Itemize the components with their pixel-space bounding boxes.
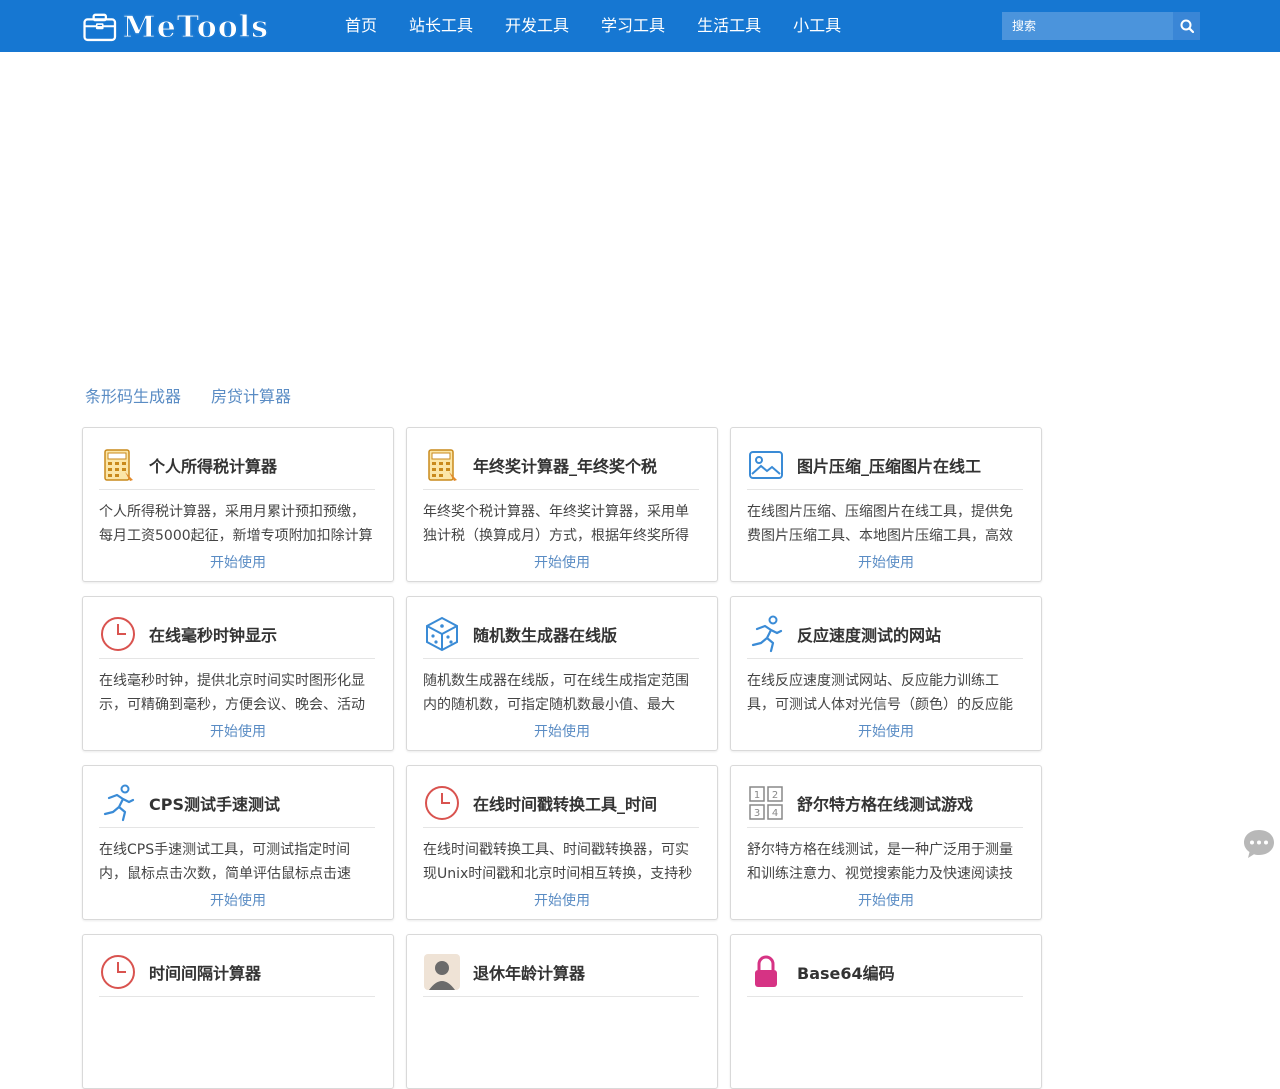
nav-webmaster-tools[interactable]: 站长工具 bbox=[409, 0, 473, 52]
card-title: 个人所得税计算器 bbox=[149, 456, 278, 476]
tool-card-schulte-grid[interactable]: 1 2 3 4 舒尔特方格在线测试游戏 舒尔特方格在线测试，是一种广泛用于测量和训练… bbox=[730, 765, 1042, 920]
card-header: 个人所得税计算器 bbox=[99, 440, 375, 490]
site-logo[interactable]: MeTools bbox=[83, 7, 269, 47]
tool-card-cps-test[interactable]: CPS测试手速测试 在线CPS手速测试工具，可测试指定时间内，鼠标点击次数，简单… bbox=[82, 765, 394, 920]
grid-numbers-icon: 1 2 3 4 bbox=[749, 785, 783, 820]
clock-icon bbox=[425, 785, 459, 820]
clock-icon bbox=[101, 616, 135, 651]
card-header: 1 2 3 4 舒尔特方格在线测试游戏 bbox=[747, 778, 1023, 828]
nav-dev-tools[interactable]: 开发工具 bbox=[505, 0, 569, 52]
card-description: 年终奖个税计算器、年终奖计算器，采用单独计税（换算成月）方式，根据年终奖所得 bbox=[423, 504, 689, 544]
tool-card-year-end-bonus[interactable]: 年终奖计算器_年终奖个税 年终奖个税计算器、年终奖计算器，采用单独计税（换算成月… bbox=[406, 427, 718, 582]
card-title: 舒尔特方格在线测试游戏 bbox=[797, 794, 974, 814]
start-use-link[interactable]: 开始使用 bbox=[83, 721, 393, 741]
tool-card-base64[interactable]: Base64编码 bbox=[730, 934, 1042, 1089]
tool-card-timestamp[interactable]: 在线时间戳转换工具_时间 在线时间戳转换工具、时间戳转换器，可实现Unix时间戳… bbox=[406, 765, 718, 920]
card-header: 在线时间戳转换工具_时间 bbox=[423, 778, 699, 828]
start-use-link[interactable]: 开始使用 bbox=[731, 890, 1041, 910]
card-description: 在线毫秒时钟，提供北京时间实时图形化显示，可精确到毫秒，方便会议、晚会、活动 bbox=[99, 673, 365, 713]
start-use-link[interactable]: 开始使用 bbox=[407, 721, 717, 741]
card-description: 在线反应速度测试网站、反应能力训练工具，可测试人体对光信号（颜色）的反应能 bbox=[747, 673, 1013, 713]
quick-link-barcode[interactable]: 条形码生成器 bbox=[85, 383, 181, 407]
tool-card-random-number[interactable]: 随机数生成器在线版 随机数生成器在线版，可在线生成指定范围内的随机数，可指定随机… bbox=[406, 596, 718, 751]
ad-placeholder bbox=[0, 52, 1280, 372]
search-input[interactable] bbox=[1002, 12, 1173, 40]
card-header: 反应速度测试的网站 bbox=[747, 609, 1023, 659]
card-title: 在线毫秒时钟显示 bbox=[149, 625, 278, 645]
quick-links: 条形码生成器 房贷计算器 bbox=[85, 383, 321, 407]
card-title: 随机数生成器在线版 bbox=[473, 625, 618, 645]
clock-icon bbox=[101, 954, 135, 989]
card-title: 在线时间戳转换工具_时间 bbox=[473, 794, 658, 814]
card-title: 退休年龄计算器 bbox=[473, 963, 586, 983]
card-header: 年终奖计算器_年终奖个税 bbox=[423, 440, 699, 490]
start-use-link[interactable]: 开始使用 bbox=[731, 552, 1041, 572]
search-icon bbox=[1180, 19, 1194, 33]
start-use-link[interactable]: 开始使用 bbox=[83, 890, 393, 910]
calculator-icon bbox=[104, 448, 133, 481]
nav-home[interactable]: 首页 bbox=[345, 0, 377, 52]
card-header: 退休年龄计算器 bbox=[423, 947, 699, 997]
quick-link-mortgage[interactable]: 房贷计算器 bbox=[211, 383, 291, 407]
logo-text: MeTools bbox=[122, 9, 269, 45]
card-header: 时间间隔计算器 bbox=[99, 947, 375, 997]
nav-small-tools[interactable]: 小工具 bbox=[793, 0, 841, 52]
tool-card-retirement-age[interactable]: 退休年龄计算器 bbox=[406, 934, 718, 1089]
card-header: CPS测试手速测试 bbox=[99, 778, 375, 828]
calculator-icon bbox=[428, 448, 457, 481]
card-header: 随机数生成器在线版 bbox=[423, 609, 699, 659]
svg-text:3: 3 bbox=[754, 808, 760, 819]
tool-card-income-tax[interactable]: 个人所得税计算器 个人所得税计算器，采用月累计预扣预缴，每月工资5000起征，新… bbox=[82, 427, 394, 582]
chat-float-button[interactable] bbox=[1242, 827, 1276, 861]
main-nav: 首页 站长工具 开发工具 学习工具 生活工具 小工具 bbox=[345, 0, 873, 52]
image-icon bbox=[749, 450, 783, 479]
card-title: 图片压缩_压缩图片在线工 bbox=[797, 456, 982, 476]
card-header: 在线毫秒时钟显示 bbox=[99, 609, 375, 659]
tool-card-image-compress[interactable]: 图片压缩_压缩图片在线工 在线图片压缩、压缩图片在线工具，提供免费图片压缩工具、… bbox=[730, 427, 1042, 582]
search-button[interactable] bbox=[1173, 12, 1200, 40]
runner-icon bbox=[751, 615, 783, 652]
nav-life-tools[interactable]: 生活工具 bbox=[697, 0, 761, 52]
card-title: 反应速度测试的网站 bbox=[797, 625, 942, 645]
card-header: Base64编码 bbox=[747, 947, 1023, 997]
runner-icon bbox=[103, 784, 135, 821]
dice-icon bbox=[426, 616, 458, 651]
card-header: 图片压缩_压缩图片在线工 bbox=[747, 440, 1023, 490]
start-use-link[interactable]: 开始使用 bbox=[731, 721, 1041, 741]
svg-text:2: 2 bbox=[772, 790, 778, 801]
card-description: 随机数生成器在线版，可在线生成指定范围内的随机数，可指定随机数最小值、最大 bbox=[423, 673, 689, 713]
card-description: 个人所得税计算器，采用月累计预扣预缴，每月工资5000起征，新增专项附加扣除计算 bbox=[99, 504, 373, 544]
card-description: 舒尔特方格在线测试，是一种广泛用于测量和训练注意力、视觉搜索能力及快速阅读技 bbox=[747, 842, 1013, 882]
toolbox-icon bbox=[83, 13, 117, 42]
avatar-icon bbox=[424, 953, 460, 990]
svg-text:4: 4 bbox=[772, 808, 778, 819]
tool-card-time-interval[interactable]: 时间间隔计算器 bbox=[82, 934, 394, 1089]
start-use-link[interactable]: 开始使用 bbox=[83, 552, 393, 572]
tool-card-reaction-test[interactable]: 反应速度测试的网站 在线反应速度测试网站、反应能力训练工具，可测试人体对光信号（… bbox=[730, 596, 1042, 751]
card-title: 时间间隔计算器 bbox=[149, 963, 262, 983]
svg-text:1: 1 bbox=[754, 790, 760, 801]
top-navbar: MeTools 首页 站长工具 开发工具 学习工具 生活工具 小工具 bbox=[0, 0, 1280, 52]
start-use-link[interactable]: 开始使用 bbox=[407, 552, 717, 572]
nav-study-tools[interactable]: 学习工具 bbox=[601, 0, 665, 52]
lock-icon bbox=[755, 955, 777, 987]
card-title: 年终奖计算器_年终奖个税 bbox=[473, 456, 658, 476]
tool-card-ms-clock[interactable]: 在线毫秒时钟显示 在线毫秒时钟，提供北京时间实时图形化显示，可精确到毫秒，方便会… bbox=[82, 596, 394, 751]
card-description: 在线图片压缩、压缩图片在线工具，提供免费图片压缩工具、本地图片压缩工具，高效 bbox=[747, 504, 1013, 544]
card-title: CPS测试手速测试 bbox=[149, 794, 280, 814]
card-description: 在线时间戳转换工具、时间戳转换器，可实现Unix时间戳和北京时间相互转换，支持秒 bbox=[423, 842, 693, 882]
chat-bubble-icon bbox=[1244, 830, 1274, 858]
start-use-link[interactable]: 开始使用 bbox=[407, 890, 717, 910]
card-title: Base64编码 bbox=[797, 963, 895, 983]
card-description: 在线CPS手速测试工具，可测试指定时间内，鼠标点击次数，简单评估鼠标点击速 bbox=[99, 842, 351, 882]
search-box bbox=[1002, 12, 1200, 40]
